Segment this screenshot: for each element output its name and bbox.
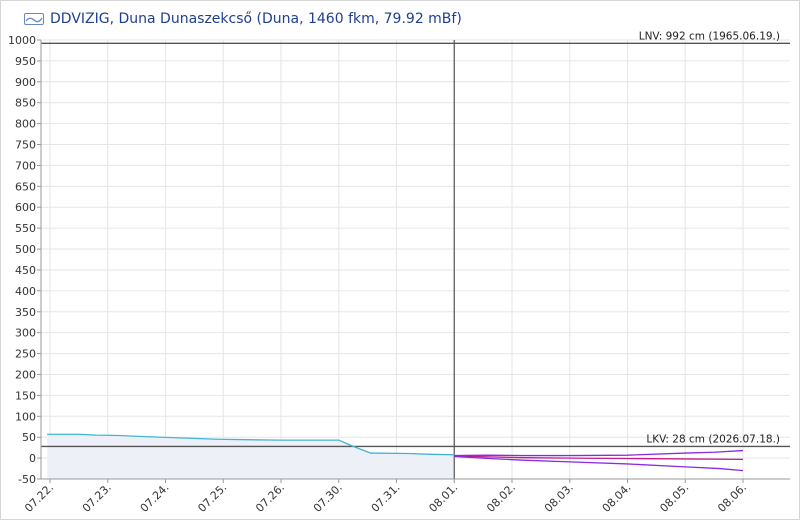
y-tick-label: -50 [18,473,36,486]
x-tick-label: 07.23. [80,481,114,515]
x-tick-label: 08.04. [600,481,634,515]
x-tick-label: 08.01. [426,481,460,515]
y-tick-label: 700 [15,159,36,172]
x-tick-label: 08.02. [484,481,518,515]
x-tick-label: 07.25. [195,481,229,515]
y-tick-label: 150 [15,389,36,402]
y-tick-label: 100 [15,410,36,423]
y-tick-label: 200 [15,368,36,381]
y-tick-label: 50 [22,431,36,444]
chart-plot: LNV: 992 cm (1965.06.19.) LKV: 28 cm (202… [8,30,790,515]
y-tick-label: 250 [15,348,36,361]
x-tick-label: 07.22. [22,481,56,515]
x-tick-label: 07.26. [253,481,287,515]
x-tick-label: 07.31. [369,481,403,515]
y-tick-label: 350 [15,306,36,319]
x-tick-label: 08.03. [542,481,576,515]
lkv-label: LKV: 28 cm (2026.07.18.) [646,433,780,445]
y-tick-label: 900 [15,76,36,89]
y-tick-label: 600 [15,201,36,214]
y-tick-label: 550 [15,222,36,235]
y-tick-label: 1000 [8,34,36,47]
measured-area [47,434,455,479]
reference-lines: LNV: 992 cm (1965.06.19.) LKV: 28 cm (202… [41,30,790,479]
y-tick-label: 0 [29,452,36,465]
y-tick-label: 800 [15,118,36,131]
lnv-label: LNV: 992 cm (1965.06.19.) [639,30,780,42]
grid-lines [41,39,790,480]
x-tick-label: 07.24. [138,481,172,515]
y-tick-label: 750 [15,139,36,152]
y-tick-label: 450 [15,264,36,277]
measured-area-fill [47,434,455,479]
x-tick-label: 08.05. [657,481,691,515]
x-tick-label: 07.30. [311,481,345,515]
y-tick-label: 300 [15,327,36,340]
y-tick-label: 950 [15,55,36,68]
y-tick-label: 500 [15,243,36,256]
y-tick-label: 850 [15,97,36,110]
y-axis: -50 0 50 100 150 200 250 300 350 400 450 500 550 600 6… [8,34,42,486]
y-tick-label: 650 [15,180,36,193]
x-tick-label: 08.06. [715,481,749,515]
y-tick-label: 400 [15,285,36,298]
x-axis: 07.22. 07.23. 07.24. 07.25. 07.26. 07.30. 07.3… [22,478,790,515]
series-line-forecast-upper [454,449,744,457]
